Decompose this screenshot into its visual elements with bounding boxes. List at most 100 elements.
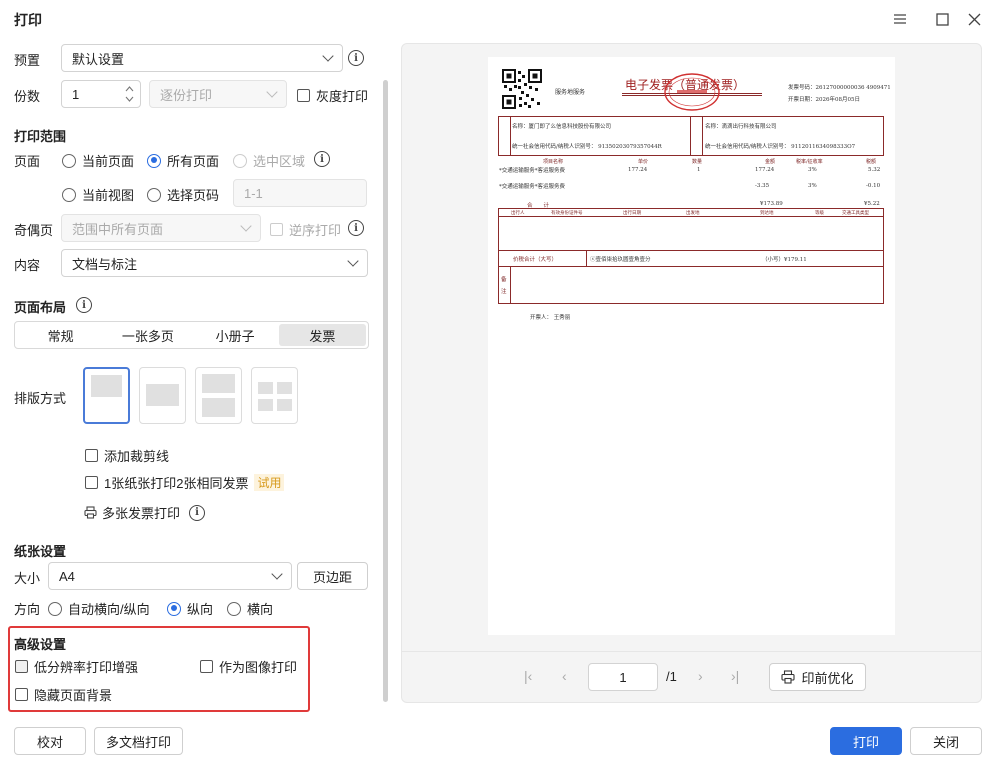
preset-select[interactable]: 默认设置 — [61, 44, 343, 72]
radio-select-pages-label: 选择页码 — [167, 188, 220, 203]
chevron-down-icon — [240, 220, 252, 232]
multi-doc-print-button[interactable]: 多文档打印 — [94, 727, 183, 755]
grayscale-checkbox[interactable]: 灰度打印 — [297, 86, 368, 105]
radio-portrait[interactable]: 纵向 — [167, 599, 213, 618]
seller-tax-id: 统一社会信用代码/纳税人识别号： 9112011634098333O7 — [705, 144, 856, 150]
pager-divider — [402, 651, 981, 652]
paper-heading: 纸张设置 — [14, 544, 67, 559]
row2-rate: 3% — [808, 183, 817, 189]
two-per-sheet-checkbox[interactable]: 1张纸张打印2张相同发票 试用 — [85, 473, 285, 492]
as-image-checkbox[interactable]: 作为图像打印 — [200, 657, 297, 676]
close-button[interactable]: 关闭 — [910, 727, 982, 755]
settings-scrollbar[interactable] — [383, 80, 388, 702]
advanced-heading: 高级设置 — [14, 637, 67, 652]
page-number-input[interactable]: 1 — [588, 663, 658, 691]
trip-col-class: 等级 — [815, 211, 824, 216]
printer-icon — [84, 506, 97, 519]
print-button[interactable]: 打印 — [830, 727, 902, 755]
arrange-option-centered[interactable] — [139, 367, 186, 424]
reverse-checkbox[interactable]: 逆序打印 — [270, 220, 341, 239]
low-res-checkbox[interactable]: 低分辨率打印增强 — [15, 657, 138, 676]
grand-total-lower: （小写）¥179.11 — [762, 257, 807, 263]
radio-current-view-label: 当前视图 — [82, 188, 135, 203]
tab-invoice[interactable]: 发票 — [278, 324, 366, 346]
col-quantity: 数量 — [692, 159, 703, 165]
page-total: /1 — [666, 669, 677, 684]
reverse-info-icon[interactable]: i — [348, 220, 364, 236]
low-res-label: 低分辨率打印增强 — [34, 660, 139, 675]
radio-current-view[interactable]: 当前视图 — [62, 185, 134, 204]
tab-multi-page[interactable]: 一张多页 — [104, 324, 191, 346]
radio-all-pages-label: 所有页面 — [167, 154, 220, 169]
page-range-placeholder: 1-1 — [244, 185, 263, 201]
close-icon[interactable] — [963, 8, 985, 30]
odd-even-select[interactable]: 范围中所有页面 — [61, 214, 261, 242]
invoice-date-label: 开票日期： — [788, 97, 816, 103]
size-label: 大小 — [14, 571, 41, 586]
grand-total-label: 价税合计（大写） — [513, 257, 558, 263]
first-page-icon[interactable]: |‹ — [524, 668, 532, 684]
grayscale-label: 灰度打印 — [316, 89, 369, 104]
invoice-no-value: 26127000000036 4909471 — [815, 85, 891, 91]
window-title: 打印 — [14, 12, 42, 28]
hide-bg-checkbox[interactable]: 隐藏页面背景 — [15, 685, 112, 704]
stepper-arrows-icon[interactable] — [125, 85, 134, 103]
radio-selection[interactable]: 选中区域 — [233, 151, 305, 170]
col-tax-rate: 税率/征收率 — [796, 159, 823, 165]
row1-rate: 3% — [808, 167, 817, 173]
tab-normal[interactable]: 常规 — [17, 324, 104, 346]
maximize-icon[interactable] — [931, 8, 953, 30]
copies-stepper[interactable]: 1 — [61, 80, 141, 108]
seller-name: 名称：滴滴出行科技有限公司 — [705, 124, 777, 130]
arrange-option-four[interactable] — [251, 367, 298, 424]
multi-invoice-link[interactable]: 多张发票打印 i — [84, 503, 206, 522]
total-amount: ¥173.89 — [760, 201, 783, 207]
print-optimize-button[interactable]: 印前优化 — [769, 663, 866, 691]
cut-line-checkbox[interactable]: 添加裁剪线 — [85, 446, 169, 465]
paper-size-select[interactable]: A4 — [48, 562, 292, 590]
layout-heading: 页面布局 — [14, 300, 67, 315]
content-select[interactable]: 文档与标注 — [61, 249, 368, 277]
last-page-icon[interactable]: ›| — [731, 668, 739, 684]
chevron-down-icon — [271, 568, 283, 580]
invoice-seal-icon — [664, 73, 720, 111]
as-image-label: 作为图像打印 — [219, 660, 298, 675]
radio-portrait-label: 纵向 — [187, 602, 214, 617]
layout-info-icon[interactable]: i — [76, 297, 92, 313]
remark-label: 备注 — [501, 277, 507, 295]
proof-button[interactable]: 校对 — [14, 727, 86, 755]
page-range-input[interactable]: 1-1 — [233, 179, 367, 207]
radio-selection-label: 选中区域 — [253, 154, 306, 169]
tab-booklet[interactable]: 小册子 — [192, 324, 279, 346]
radio-auto-orientation[interactable]: 自动横向/纵向 — [48, 599, 150, 618]
next-page-icon[interactable]: › — [698, 668, 703, 684]
trip-col-from: 出发地 — [686, 211, 700, 216]
trip-col-date: 出行日期 — [623, 211, 641, 216]
total-tax: ¥5.22 — [864, 201, 880, 207]
orientation-label: 方向 — [14, 602, 41, 617]
content-label: 内容 — [14, 258, 41, 273]
arrange-option-single[interactable] — [83, 367, 130, 424]
collate-select[interactable]: 逐份打印 — [149, 80, 287, 108]
menu-icon[interactable] — [889, 8, 911, 30]
radio-all-pages[interactable]: 所有页面 — [147, 151, 219, 170]
prev-page-icon[interactable]: ‹ — [562, 668, 567, 684]
pages-label: 页面 — [14, 154, 41, 169]
invoice-no: 发票号码：26127000000036 4909471 — [788, 83, 891, 91]
radio-select-pages[interactable]: 选择页码 — [147, 185, 219, 204]
arrange-option-two[interactable] — [195, 367, 242, 424]
trip-col-traveler: 出行人 — [511, 211, 525, 216]
preset-info-icon[interactable]: i — [348, 50, 364, 66]
buyer-name: 名称：厦门即了么信息科技股份有限公司 — [512, 124, 612, 130]
page-number-value: 1 — [619, 669, 627, 685]
range-info-icon[interactable]: i — [314, 151, 330, 167]
margins-button[interactable]: 页边距 — [297, 562, 368, 590]
row2-amount: -3.35 — [755, 183, 770, 189]
row1-tax: 5.32 — [868, 167, 881, 173]
radio-current-page[interactable]: 当前页面 — [62, 151, 134, 170]
multi-invoice-info-icon[interactable]: i — [189, 504, 206, 521]
radio-landscape[interactable]: 横向 — [227, 599, 273, 618]
trip-col-vehicle: 交通工具类型 — [842, 211, 869, 216]
preset-label: 预置 — [14, 53, 41, 68]
multi-invoice-label: 多张发票打印 — [102, 506, 181, 521]
